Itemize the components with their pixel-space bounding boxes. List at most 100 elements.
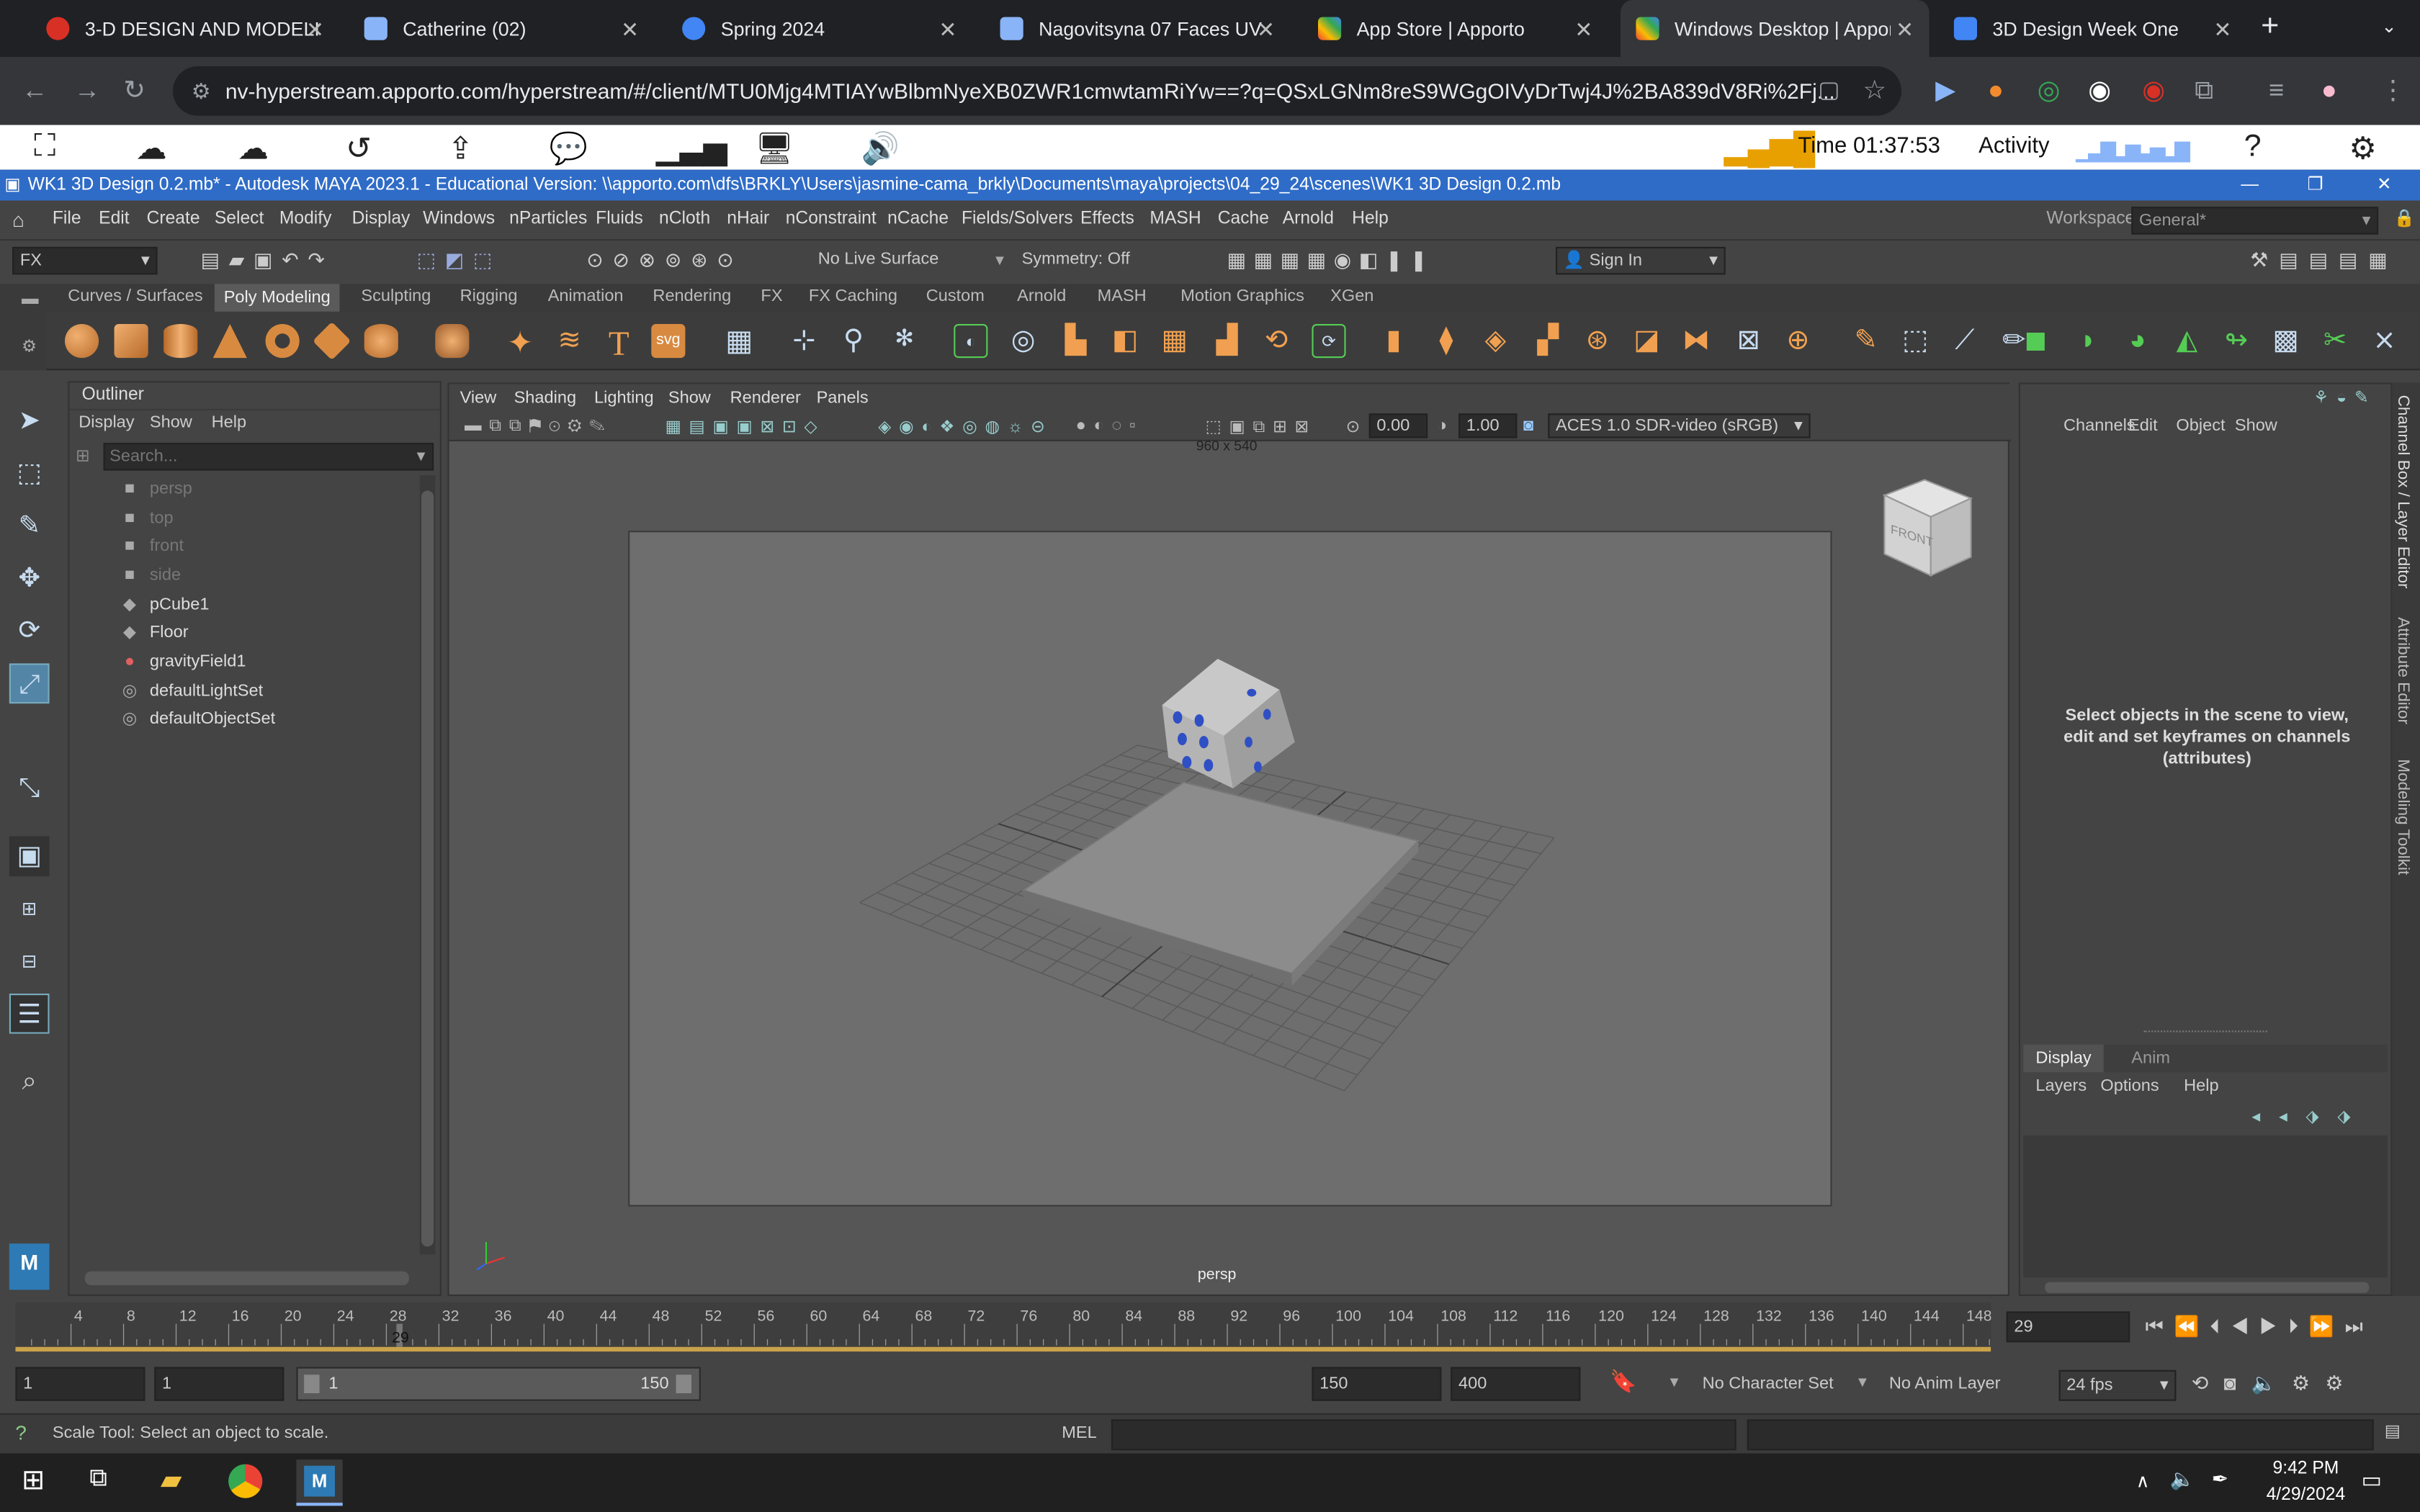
- browser-tab[interactable]: 3D Design Week One ✕: [1938, 0, 2247, 57]
- outliner-vertical-scrollbar[interactable]: [419, 475, 436, 1255]
- extension-icon[interactable]: ◉: [2088, 76, 2111, 107]
- panel-toggle-icons[interactable]: ⚒▤▤▤▦: [2250, 248, 2398, 273]
- menu-select[interactable]: Select: [215, 210, 264, 228]
- poly-cone-icon[interactable]: [212, 324, 247, 359]
- shelf-tab[interactable]: Custom: [926, 287, 985, 306]
- outliner-item[interactable]: ◎ defaultLightSet: [119, 682, 263, 701]
- back-icon[interactable]: ←: [22, 76, 48, 107]
- merge-icon[interactable]: ⧫: [1429, 324, 1463, 358]
- viewport-panel[interactable]: View Shading Lighting Show Renderer Pane…: [447, 382, 2012, 1297]
- channel-menu-show[interactable]: Show: [2235, 417, 2277, 436]
- range-slider[interactable]: 1 150: [296, 1367, 701, 1401]
- script-editor-icon[interactable]: ▤: [2385, 1421, 2401, 1441]
- outliner-menu-display[interactable]: Display: [79, 413, 134, 432]
- menu-help[interactable]: Help: [1352, 210, 1389, 228]
- poly-cube-icon[interactable]: [114, 324, 148, 359]
- bookmark-star-icon[interactable]: ☆: [1863, 76, 1886, 107]
- volume-icon[interactable]: 🔊: [861, 130, 900, 168]
- poly-torus-icon[interactable]: [265, 324, 300, 359]
- browser-tab-active[interactable]: Windows Desktop | Appor ✕: [1621, 0, 1930, 58]
- platonic-solid-icon[interactable]: [435, 324, 470, 359]
- network-stats-icon[interactable]: ▁▃▅: [656, 130, 727, 168]
- reset-transform-icon[interactable]: ✻: [887, 324, 921, 358]
- shelf-tab[interactable]: Rigging: [460, 287, 518, 306]
- close-tab-icon[interactable]: ✕: [1257, 17, 1275, 43]
- render-tools-icons[interactable]: ▦▦▦▦◉◧❚❚: [1227, 248, 1435, 273]
- range-handle-right[interactable]: [676, 1374, 691, 1393]
- shelf-tab[interactable]: Sculpting: [361, 287, 431, 306]
- range-handle-left[interactable]: [304, 1374, 320, 1393]
- outliner-item[interactable]: ■ top: [119, 509, 174, 528]
- extension-icon[interactable]: ▶: [1935, 76, 1955, 107]
- select-tool-icon[interactable]: ➤: [9, 401, 50, 441]
- browser-tab[interactable]: Catherine (02) ✕: [349, 0, 654, 57]
- four-view-icon[interactable]: ⊞: [9, 888, 50, 929]
- maya-taskbar-button[interactable]: M: [296, 1459, 343, 1506]
- uv-sew-icon[interactable]: ⨯: [2367, 324, 2401, 358]
- offset-edge-loop-icon[interactable]: ⟋: [1948, 324, 1981, 358]
- outliner-item[interactable]: ◆ pCube1: [119, 595, 210, 614]
- duplicate-face-icon[interactable]: ⧓: [1679, 324, 1713, 358]
- channel-menu-object[interactable]: Object: [2176, 417, 2225, 436]
- chevron-down-icon[interactable]: ▾: [1670, 1372, 1679, 1392]
- menu-nconstraint[interactable]: nConstraint: [786, 210, 877, 228]
- extensions-puzzle-icon[interactable]: ⧉: [2195, 76, 2213, 107]
- uv-plane-icon[interactable]: ◼: [2019, 324, 2053, 358]
- search-icon[interactable]: ⌕: [9, 1061, 50, 1102]
- playback-controls-icons[interactable]: ⏮⏪⏴◀▶⏵⏩⏭: [2146, 1315, 2374, 1339]
- browser-tab[interactable]: App Store | Apporto ✕: [1303, 0, 1608, 57]
- animation-start-field[interactable]: 1: [15, 1367, 145, 1401]
- center-pivot-icon[interactable]: ⊹: [787, 324, 821, 358]
- fill-hole-icon[interactable]: ▮: [1376, 324, 1410, 358]
- reading-list-icon[interactable]: ≡: [2269, 76, 2284, 107]
- uv-auto-icon[interactable]: ◭: [2170, 324, 2204, 358]
- uv-cut-icon[interactable]: ✂: [2318, 324, 2352, 358]
- poly-type-icon[interactable]: T: [602, 324, 636, 363]
- channel-box-toggle-icons[interactable]: ⚘◒✎: [2313, 387, 2376, 408]
- minimize-icon[interactable]: —: [2241, 170, 2259, 201]
- clipboard-icon[interactable]: ▢: [1818, 76, 1839, 103]
- sweep-mesh-icon[interactable]: ≋: [552, 324, 586, 358]
- shelf-tab[interactable]: Curves / Surfaces: [68, 287, 202, 306]
- address-bar[interactable]: ⚙ nv-hyperstream.apporto.com/hyperstream/…: [173, 66, 1901, 116]
- multi-cut-icon[interactable]: ✎: [1849, 324, 1883, 358]
- shelf-tab[interactable]: MASH: [1098, 287, 1147, 306]
- shelf-tab[interactable]: FX Caching: [809, 287, 897, 306]
- browser-tab[interactable]: Nagovitsyna 07 Faces UV ✕: [985, 0, 1290, 57]
- insert-edge-loop-icon[interactable]: ⬚: [1899, 324, 1932, 358]
- extension-icon[interactable]: ◉: [2142, 76, 2165, 107]
- windows-start-icon[interactable]: ⊞: [22, 1464, 45, 1497]
- side-tab-modeling-toolkit[interactable]: Modeling Toolkit: [2394, 759, 2413, 875]
- grammarly-icon[interactable]: ◎: [2038, 76, 2061, 107]
- poly-plane-icon[interactable]: [313, 321, 351, 361]
- snap-tools-icons[interactable]: ⊙⊘⊗⊚⊛⊙: [586, 248, 743, 273]
- menu-file[interactable]: File: [53, 210, 81, 228]
- extrude-icon[interactable]: ▟: [1210, 324, 1244, 358]
- shelf-tab[interactable]: Motion Graphics: [1180, 287, 1304, 306]
- chevron-down-icon[interactable]: ▾: [995, 250, 1004, 270]
- chrome-icon[interactable]: [228, 1464, 263, 1498]
- display-icon[interactable]: 🖥: [755, 130, 794, 168]
- lasso-tool-icon[interactable]: ⬚: [9, 454, 50, 494]
- close-tab-icon[interactable]: ✕: [306, 17, 324, 43]
- bridge-icon[interactable]: ⟲: [1260, 324, 1294, 358]
- tab-search-chevron-icon[interactable]: ⌄: [2381, 15, 2397, 37]
- menu-cache[interactable]: Cache: [1218, 210, 1269, 228]
- channel-menu-channels[interactable]: Channels: [2063, 417, 2136, 436]
- menu-set-dropdown[interactable]: FX ▾: [12, 246, 158, 275]
- scrollbar-thumb[interactable]: [421, 490, 434, 1247]
- playback-start-field[interactable]: 1: [154, 1367, 284, 1401]
- poly-cylinder-icon[interactable]: [163, 324, 198, 359]
- upload-cloud-icon[interactable]: ☁: [136, 130, 167, 168]
- maximize-icon[interactable]: ❐: [2308, 170, 2323, 201]
- layer-menu-layers[interactable]: Layers: [2035, 1077, 2087, 1096]
- current-frame-field[interactable]: 29: [2006, 1311, 2130, 1343]
- outliner-menu-help[interactable]: Help: [212, 413, 246, 432]
- chevron-down-icon[interactable]: ▾: [417, 446, 426, 466]
- settings-gear-icon[interactable]: ⚙: [2349, 130, 2376, 168]
- shelf-menu-icon[interactable]: ▬: [22, 290, 39, 309]
- menu-nhair[interactable]: nHair: [727, 210, 769, 228]
- extract-icon[interactable]: ◈: [1479, 324, 1512, 358]
- boolean-icon[interactable]: ◧: [1108, 324, 1142, 358]
- menu-fluids[interactable]: Fluids: [596, 210, 643, 228]
